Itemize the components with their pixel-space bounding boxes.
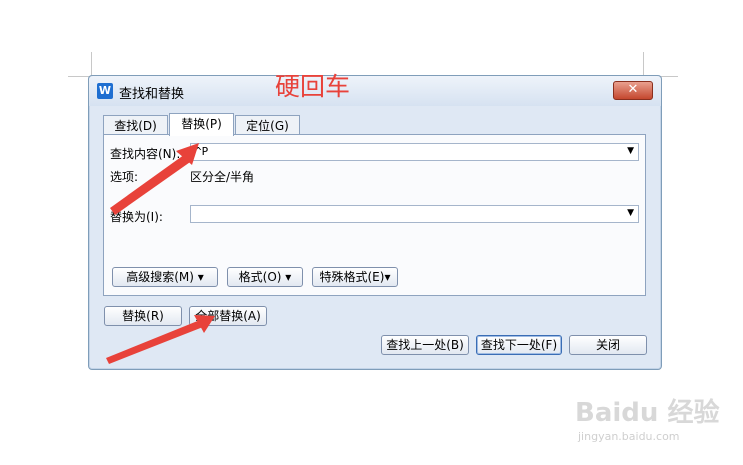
annotation-arrow-replace-all — [106, 320, 203, 364]
baidu-watermark-url: jingyan.baidu.com — [578, 430, 680, 443]
baidu-watermark: Baidu 经验 — [575, 398, 720, 428]
annotation-arrow-find — [110, 152, 193, 215]
tab-replace[interactable]: 替换(P) — [169, 113, 234, 136]
